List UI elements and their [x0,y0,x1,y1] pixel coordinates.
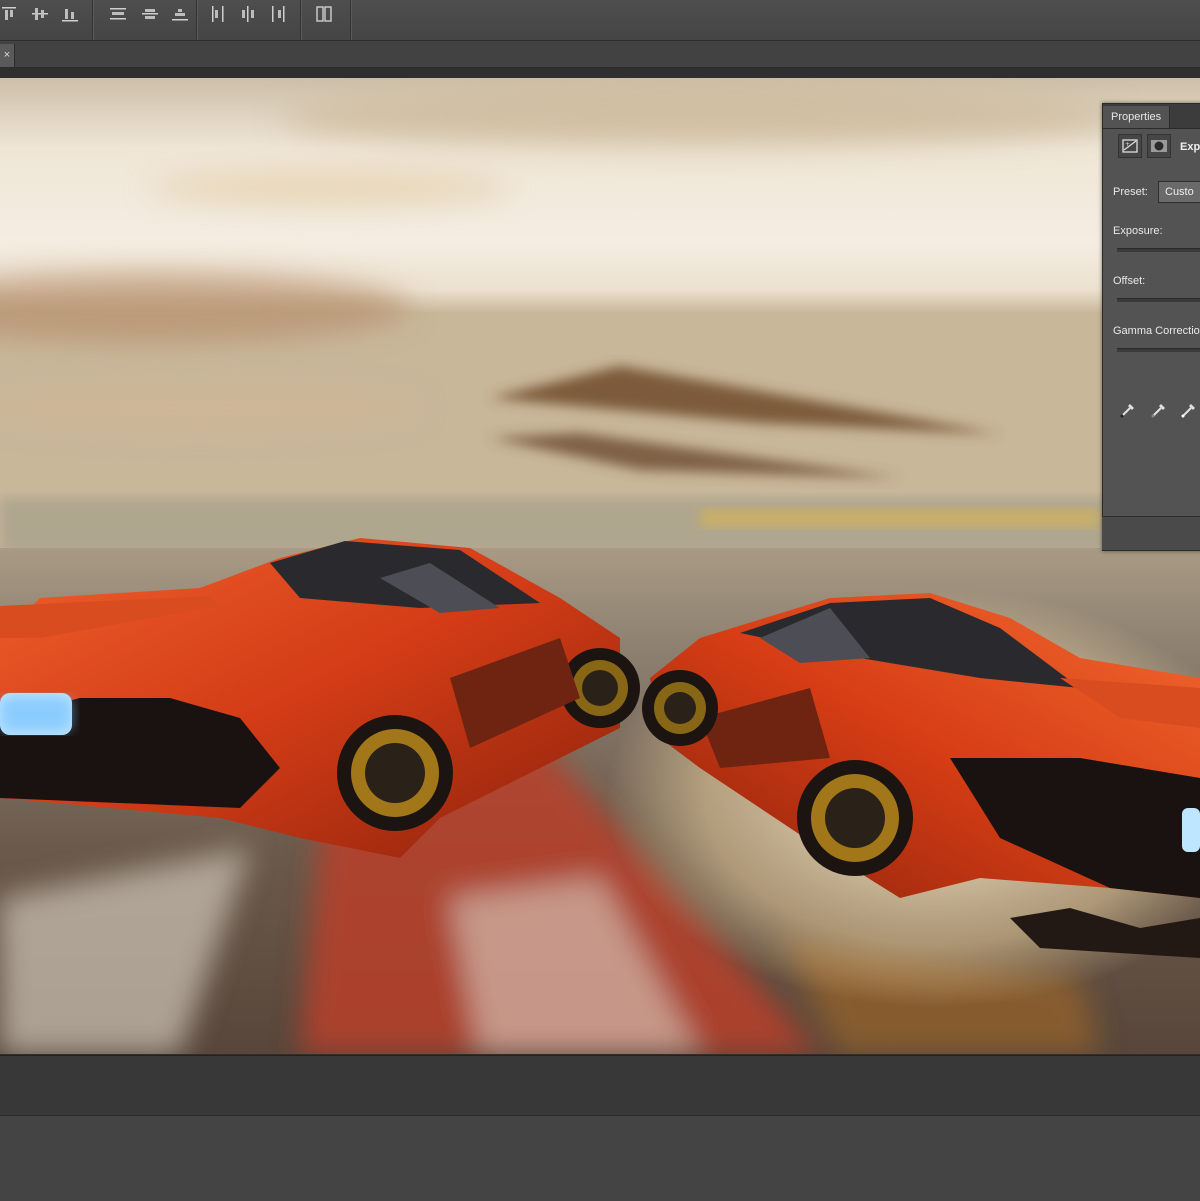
distribute-h-center-icon[interactable] [238,4,258,24]
black-point-eyedropper-icon[interactable] [1117,398,1139,420]
white-point-eyedropper-icon[interactable] [1178,398,1200,420]
gray-point-eyedropper-icon[interactable] [1148,398,1170,420]
svg-text:+: + [1125,141,1130,148]
align-top-edges-icon[interactable] [0,4,20,24]
preset-label: Preset: [1113,186,1148,198]
offset-slider[interactable] [1117,298,1200,302]
exposure-label: Exposure: [1113,225,1163,237]
right-car-tail-light [1182,808,1200,852]
exposure-slider[interactable] [1117,248,1200,252]
tab-properties[interactable]: Properties [1103,106,1171,128]
document-tab-bar: × [0,41,1200,68]
adjustment-title: Expo [1180,141,1200,153]
toolbar-separator [350,0,351,40]
adjustment-layer-icon[interactable]: + [1118,134,1142,158]
distribute-bottom-icon[interactable] [170,4,190,24]
distribute-center-icon[interactable] [140,4,160,24]
timeline-panel [0,1055,1200,1116]
offset-label: Offset: [1113,275,1146,287]
toolbar-separator [300,0,301,40]
distribute-left-icon[interactable] [208,4,228,24]
gamma-correction-label: Gamma Correctio [1113,325,1200,337]
horizon-highlight [700,508,1100,528]
align-vertical-centers-icon[interactable] [30,4,50,24]
status-area [0,1115,1200,1201]
distribute-right-icon[interactable] [268,4,288,24]
align-bottom-edges-icon[interactable] [60,4,80,24]
auto-align-layers-icon[interactable] [314,4,334,24]
toolbar-separator [196,0,197,40]
options-bar [0,0,1200,41]
properties-footer [1102,516,1200,550]
preset-dropdown[interactable]: Custo [1158,181,1200,203]
gamma-correction-slider[interactable] [1117,348,1200,352]
document-tab-close-button[interactable]: × [0,44,15,67]
document-canvas[interactable] [0,78,1200,1054]
layer-mask-icon[interactable] [1147,134,1171,158]
toolbar-separator [92,0,93,40]
properties-tab-bar: Properties [1103,104,1200,129]
distribute-top-icon[interactable] [108,4,128,24]
